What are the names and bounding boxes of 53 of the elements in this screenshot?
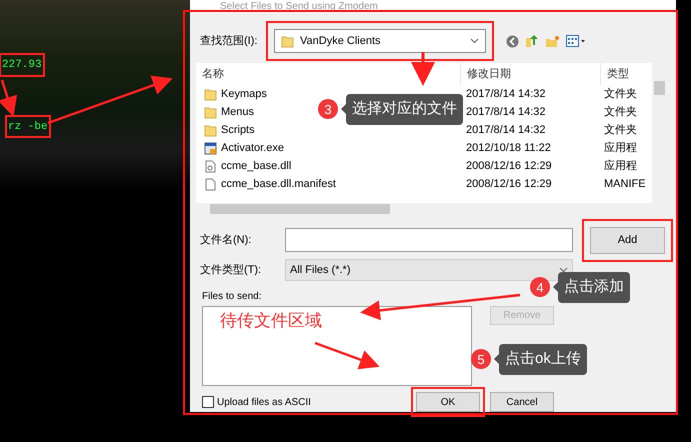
file-name: Keymaps	[221, 86, 267, 102]
annotation-text: 待传文件区域	[220, 310, 322, 332]
file-name: ccme_base.dll.manifest	[221, 176, 336, 192]
file-icon	[204, 178, 217, 190]
file-type: 文件夹	[603, 86, 638, 102]
arrow	[411, 52, 435, 86]
file-name: ccme_base.dll	[221, 158, 292, 174]
dialog-button[interactable]: OK	[416, 392, 480, 412]
terminal-text: 227.93	[2, 59, 42, 71]
file-name-label: 文件名(N):	[200, 232, 252, 248]
folder-icon	[204, 124, 217, 136]
dialog-button[interactable]: Cancel	[490, 392, 554, 412]
file-name: Menus	[221, 104, 254, 120]
callout-label: 点击添加	[558, 272, 630, 302]
folder-icon	[204, 88, 217, 100]
application-icon	[204, 142, 217, 154]
arrow	[0, 80, 18, 117]
folder-icon	[204, 106, 217, 118]
file-type: 应用程	[603, 140, 638, 156]
file-type: MANIFE	[603, 176, 647, 192]
file-type: 文件夹	[603, 104, 638, 120]
modified-date: 2012/10/18 11:22	[465, 140, 552, 156]
files-to-send-label: Files to send:	[202, 290, 262, 304]
file-name: Scripts	[221, 122, 255, 138]
look-in-label: 查找范围(I):	[200, 34, 258, 49]
add-button[interactable]: Add	[590, 226, 665, 254]
modified-date: 2008/12/16 12:29	[465, 158, 553, 174]
file-type-label: 文件类型(T):	[200, 262, 262, 278]
arrow	[314, 342, 380, 370]
chevron-down-icon	[559, 267, 568, 273]
column-header[interactable]: 名称	[196, 63, 460, 85]
chevron-down-icon	[470, 38, 479, 44]
new-folder-icon[interactable]	[545, 34, 560, 48]
file-type: 文件夹	[603, 122, 638, 138]
file-name-input[interactable]	[285, 228, 573, 252]
modified-date: 2017/8/14 14:32	[465, 104, 547, 120]
files-to-send-list[interactable]	[202, 306, 472, 386]
column-header[interactable]: 修改日期	[460, 63, 600, 85]
file-type: 应用程	[603, 158, 638, 174]
back-icon[interactable]	[506, 34, 519, 48]
checkbox[interactable]	[202, 396, 214, 408]
modified-date: 2008/12/16 12:29	[465, 176, 553, 192]
callout-label: 点击ok上传	[499, 344, 587, 374]
checkbox-label: Upload files as ASCII	[217, 396, 311, 410]
look-in-dropdown[interactable]: VanDyke Clients	[274, 29, 486, 53]
modified-date: 2017/8/14 14:32	[465, 122, 547, 138]
callout-label: 选择对应的文件	[346, 94, 463, 124]
file-name: Activator.exe	[221, 140, 284, 156]
terminal-text: rz -be	[8, 120, 48, 132]
modified-date: 2017/8/14 14:32	[465, 86, 547, 102]
view-menu-icon[interactable]	[566, 35, 586, 47]
up-folder-icon[interactable]	[525, 34, 539, 48]
folder-icon	[281, 34, 294, 48]
